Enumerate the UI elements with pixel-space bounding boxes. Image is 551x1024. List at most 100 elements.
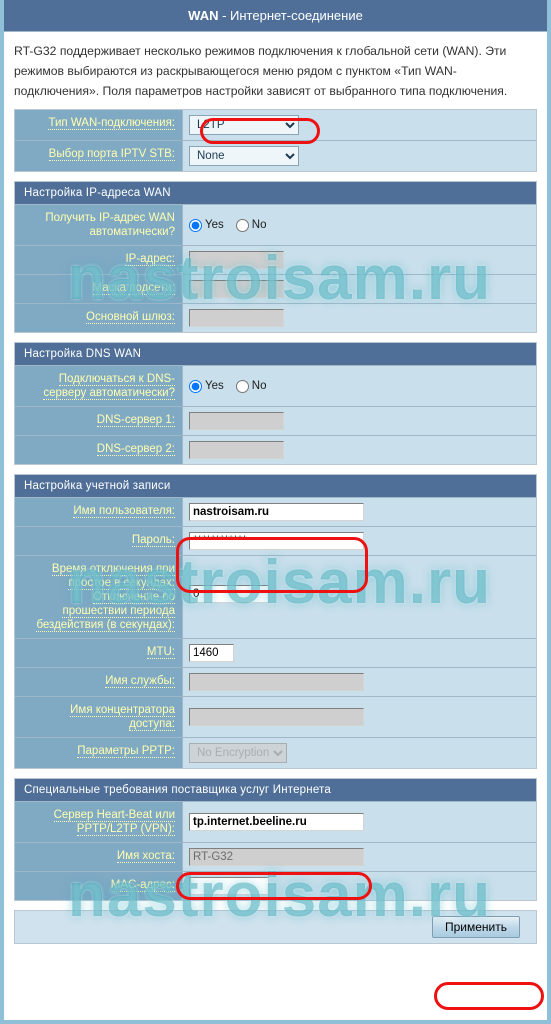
router-config-page: nastroisam.ru nastroisam.ru nastroisam.r… bbox=[0, 0, 551, 1024]
access-concentrator-label: Имя концентратора доступа: bbox=[15, 697, 183, 737]
isp-section-header: Специальные требования поставщика услуг … bbox=[15, 779, 536, 801]
auto-dns-radio-yes[interactable]: Yes bbox=[189, 379, 224, 393]
password-label: Пароль: bbox=[15, 527, 183, 555]
wan-type-select[interactable]: L2TP bbox=[189, 115, 299, 135]
auto-dns-label-line2: серверу автоматически? bbox=[43, 387, 175, 400]
row-heartbeat-server: Сервер Heart-Beat или PPTP/L2TP (VPN): bbox=[15, 801, 536, 842]
auto-dns-label: Подключаться к DNS- серверу автоматическ… bbox=[15, 366, 183, 406]
mtu-label: MTU: bbox=[15, 639, 183, 667]
iptv-port-value-cell: None bbox=[183, 141, 536, 171]
subnet-mask-value-cell bbox=[183, 275, 536, 303]
row-idle-disconnect: Время отключения при простое в секундах:… bbox=[15, 555, 536, 638]
auto-dns-radio-yes-label: Yes bbox=[205, 380, 224, 392]
row-password: Пароль: bbox=[15, 526, 536, 555]
ip-address-value-cell bbox=[183, 246, 536, 274]
auto-ip-radio-yes[interactable]: Yes bbox=[189, 218, 224, 232]
hostname-input[interactable] bbox=[189, 848, 364, 866]
wan-dns-section-header: Настройка DNS WAN bbox=[15, 343, 536, 365]
auto-dns-label-line1: Подключаться к DNS- bbox=[58, 373, 175, 386]
concentrator-label-line2: доступа: bbox=[129, 718, 175, 731]
highlight-ring-apply-button bbox=[434, 982, 544, 1010]
pptp-options-value-cell: No Encryption bbox=[183, 738, 536, 768]
dns1-value-cell bbox=[183, 407, 536, 435]
page-title-rest: - Интернет-соединение bbox=[218, 8, 363, 23]
apply-button[interactable]: Применить bbox=[431, 916, 520, 938]
auto-dns-radio-yes-input[interactable] bbox=[189, 379, 202, 393]
wan-type-block: Тип WAN-подключения: L2TP Выбор порта IP… bbox=[14, 109, 537, 172]
dns2-input[interactable] bbox=[189, 441, 284, 459]
row-service-name: Имя службы: bbox=[15, 667, 536, 696]
mac-address-label: MAC-адрес: bbox=[15, 872, 183, 900]
row-ip-address: IP-адрес: bbox=[15, 245, 536, 274]
ip-address-input[interactable] bbox=[189, 251, 284, 269]
mtu-input[interactable] bbox=[189, 644, 234, 662]
wan-ip-section: Настройка IP-адреса WAN Получить IP-адре… bbox=[14, 181, 537, 333]
hostname-label: Имя хоста: bbox=[15, 843, 183, 871]
idle-label-line1: Время отключения при bbox=[51, 563, 175, 576]
heartbeat-server-label: Сервер Heart-Beat или PPTP/L2TP (VPN): bbox=[15, 802, 183, 842]
dns2-label: DNS-сервер 2: bbox=[15, 436, 183, 464]
auto-ip-radio-no-label: No bbox=[251, 219, 267, 231]
heartbeat-server-input[interactable] bbox=[189, 813, 364, 831]
dns1-label: DNS-сервер 1: bbox=[15, 407, 183, 435]
service-name-label: Имя службы: bbox=[15, 668, 183, 696]
idle-label-line5: бездействия (в секундах): bbox=[36, 619, 175, 632]
dns2-value-cell bbox=[183, 436, 536, 464]
row-subnet-mask: Маска подсети: bbox=[15, 274, 536, 303]
password-input[interactable] bbox=[189, 532, 364, 550]
access-concentrator-input[interactable] bbox=[189, 708, 364, 726]
mtu-value-cell bbox=[183, 639, 536, 667]
username-input[interactable] bbox=[189, 503, 364, 521]
username-label: Имя пользователя: bbox=[15, 498, 183, 526]
form-footer: Применить bbox=[14, 910, 537, 944]
auto-ip-radio-no-input[interactable] bbox=[235, 218, 249, 232]
row-hostname: Имя хоста: bbox=[15, 842, 536, 871]
heartbeat-label-line2: PPTP/L2TP (VPN): bbox=[76, 823, 175, 836]
wan-ip-section-header: Настройка IP-адреса WAN bbox=[15, 182, 536, 204]
auto-dns-radio-no-input[interactable] bbox=[235, 379, 249, 393]
idle-disconnect-value-cell bbox=[183, 556, 536, 638]
row-access-concentrator: Имя концентратора доступа: bbox=[15, 696, 536, 737]
auto-ip-label-line2: автоматически? bbox=[89, 226, 175, 238]
wan-type-value-cell: L2TP bbox=[183, 110, 536, 140]
mac-address-input[interactable] bbox=[189, 877, 269, 895]
idle-label-line2: простое в секундах: bbox=[68, 577, 175, 590]
row-wan-type: Тип WAN-подключения: L2TP bbox=[15, 110, 536, 140]
auto-ip-radio-group: Yes No bbox=[189, 218, 267, 232]
row-dns2: DNS-сервер 2: bbox=[15, 435, 536, 464]
service-name-input[interactable] bbox=[189, 673, 364, 691]
pptp-options-select[interactable]: No Encryption bbox=[189, 743, 287, 763]
auto-ip-radio-no[interactable]: No bbox=[235, 218, 267, 232]
subnet-mask-input[interactable] bbox=[189, 280, 284, 298]
pptp-options-label: Параметры PPTP: bbox=[15, 738, 183, 768]
iptv-port-label: Выбор порта IPTV STB: bbox=[15, 141, 183, 171]
idle-disconnect-input[interactable] bbox=[189, 585, 269, 603]
subnet-mask-label: Маска подсети: bbox=[15, 275, 183, 303]
account-section: Настройка учетной записи Имя пользовател… bbox=[14, 474, 537, 769]
auto-dns-value-cell: Yes No bbox=[183, 366, 536, 406]
account-section-header: Настройка учетной записи bbox=[15, 475, 536, 497]
idle-label-line3: Отключение по bbox=[93, 591, 175, 604]
row-iptv-port: Выбор порта IPTV STB: None bbox=[15, 140, 536, 171]
heartbeat-label-line1: Сервер Heart-Beat или bbox=[53, 809, 175, 822]
idle-disconnect-label: Время отключения при простое в секундах:… bbox=[15, 556, 183, 638]
access-concentrator-value-cell bbox=[183, 697, 536, 737]
dns1-input[interactable] bbox=[189, 412, 284, 430]
gateway-input[interactable] bbox=[189, 309, 284, 327]
gateway-value-cell bbox=[183, 304, 536, 332]
hostname-value-cell bbox=[183, 843, 536, 871]
isp-section: Специальные требования поставщика услуг … bbox=[14, 778, 537, 901]
row-auto-dns: Подключаться к DNS- серверу автоматическ… bbox=[15, 365, 536, 406]
auto-dns-radio-no[interactable]: No bbox=[235, 379, 267, 393]
auto-dns-radio-no-label: No bbox=[251, 380, 267, 392]
iptv-port-select[interactable]: None bbox=[189, 146, 299, 166]
auto-ip-radio-yes-input[interactable] bbox=[189, 218, 202, 232]
username-value-cell bbox=[183, 498, 536, 526]
mac-address-value-cell bbox=[183, 872, 536, 900]
page-title-strong: WAN bbox=[188, 8, 219, 23]
auto-dns-radio-group: Yes No bbox=[189, 379, 267, 393]
auto-ip-radio-yes-label: Yes bbox=[205, 219, 224, 231]
concentrator-label-line1: Имя концентратора bbox=[70, 704, 175, 717]
row-auto-ip: Получить IP-адрес WAN автоматически? Yes… bbox=[15, 204, 536, 245]
row-username: Имя пользователя: bbox=[15, 497, 536, 526]
